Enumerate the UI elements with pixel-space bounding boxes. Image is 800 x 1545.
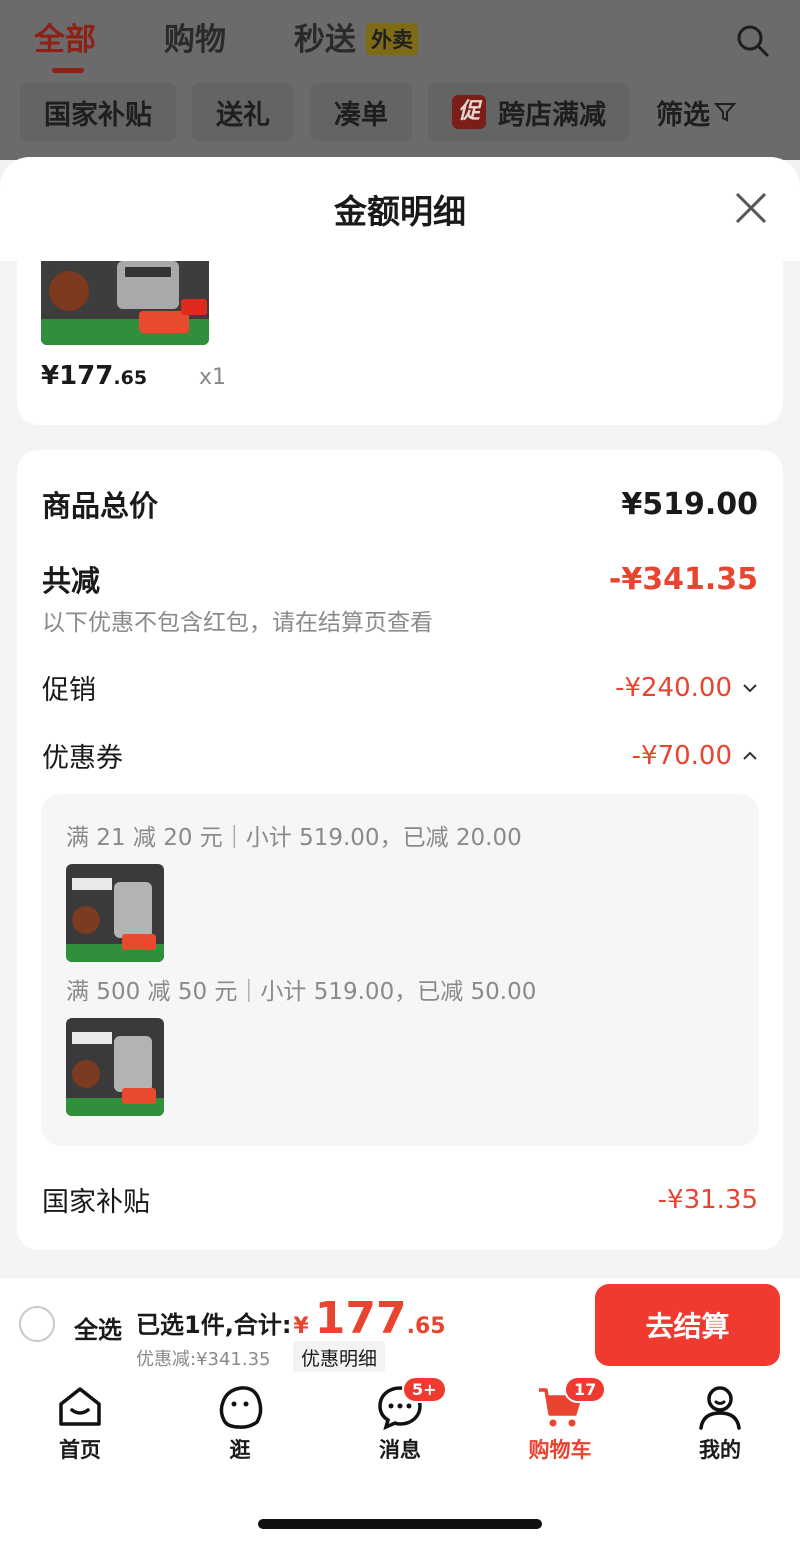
tab-instant-delivery-label: 秒送: [294, 22, 356, 58]
home-icon: [59, 1387, 101, 1426]
home-indicator: [258, 1519, 542, 1529]
browse-icon: [219, 1386, 263, 1429]
subsidy-value: -¥31.35: [657, 1184, 758, 1215]
tab-home[interactable]: 首页: [30, 1382, 130, 1464]
product-quantity: x1: [199, 365, 227, 390]
tab-all[interactable]: 全部: [34, 14, 96, 73]
reduce-row: 共减 -¥341.35: [42, 558, 758, 600]
currency-symbol: ¥: [293, 1314, 309, 1339]
total-value: ¥519.00: [621, 486, 758, 522]
profile-icon: [699, 1386, 741, 1430]
filter-bundle[interactable]: 凑单: [310, 83, 412, 141]
coupon-product-thumb-1[interactable]: [66, 864, 164, 962]
message-badge: 5+: [402, 1376, 447, 1403]
select-all-checkbox[interactable]: [19, 1306, 55, 1342]
tab-browse[interactable]: 逛: [190, 1382, 290, 1464]
tab-profile-label: 我的: [699, 1438, 741, 1462]
coupon-product-thumb-2[interactable]: [66, 1018, 164, 1116]
discount-detail-button[interactable]: 优惠明细: [293, 1341, 386, 1374]
product-card: ¥177.65 x1: [17, 261, 783, 425]
coupon-row[interactable]: 优惠券 -¥70.00: [42, 736, 758, 775]
subsidy-row: 国家补贴 -¥31.35: [42, 1180, 758, 1219]
total-amount-cents: .65: [406, 1314, 446, 1339]
coupon-detail-box: 满 21 减 20 元｜小计 519.00，已减 20.00 满 500 减 5…: [41, 794, 759, 1146]
total-row: 商品总价 ¥519.00: [42, 483, 758, 525]
sheet-title: 金额明细: [334, 192, 466, 231]
filter-sort[interactable]: 筛选: [646, 83, 736, 141]
coupon-rule-2: 满 500 减 50 元｜小计 519.00，已减 50.00: [66, 979, 537, 1005]
tab-cart[interactable]: 购物车 17: [510, 1376, 610, 1464]
subsidy-label: 国家补贴: [42, 1187, 150, 1218]
selected-text: 已选1件,合计:: [136, 1311, 292, 1339]
promo-icon: 促: [452, 95, 486, 129]
total-label: 商品总价: [42, 489, 159, 523]
product-image[interactable]: [41, 261, 209, 345]
reduce-label: 共减: [42, 564, 101, 598]
tab-messages-label: 消息: [379, 1438, 421, 1462]
select-all-label[interactable]: 全选: [74, 1310, 122, 1345]
filter-gift[interactable]: 送礼: [192, 83, 294, 141]
order-summary: 已选1件,合计: ¥ 177 .65: [136, 1293, 446, 1344]
tab-browse-label: 逛: [229, 1438, 251, 1462]
tab-home-label: 首页: [59, 1438, 101, 1462]
promo-row[interactable]: 促销 -¥240.00: [42, 668, 758, 707]
discount-note: 以下优惠不包含红包，请在结算页查看: [42, 610, 433, 636]
filter-cross-store[interactable]: 促 跨店满减: [428, 83, 630, 141]
tab-shopping[interactable]: 购物: [164, 14, 226, 59]
cart-badge: 17: [564, 1376, 607, 1403]
product-price: ¥177.65: [41, 361, 147, 391]
close-icon[interactable]: [734, 191, 768, 225]
promo-value: -¥240.00: [615, 672, 732, 703]
top-tabs: 全部 购物 秒送 外卖: [34, 14, 486, 73]
product-price-cents: .65: [113, 367, 148, 389]
takeout-tag: 外卖: [366, 22, 418, 55]
sheet-header: 金额明细: [0, 157, 800, 261]
promo-label: 促销: [42, 675, 96, 706]
funnel-icon: [714, 103, 736, 122]
checkout-bar: 全选 已选1件,合计: ¥ 177 .65 优惠减:¥341.35 优惠明细 去…: [0, 1277, 800, 1374]
coupon-value: -¥70.00: [631, 740, 732, 771]
price-breakdown-card: 商品总价 ¥519.00 共减 -¥341.35 以下优惠不包含红包，请在结算页…: [17, 450, 783, 1250]
search-icon[interactable]: [736, 24, 770, 58]
saved-amount: 优惠减:¥341.35: [136, 1349, 271, 1370]
tab-cart-label: 购物车: [528, 1438, 592, 1462]
tab-messages[interactable]: 消息 5+: [350, 1376, 450, 1464]
amount-detail-sheet: 金额明细 ¥177.65 x1 商品总价 ¥519.00 共减 -¥341.35…: [0, 157, 800, 1277]
total-amount: 177: [314, 1293, 407, 1344]
tab-profile[interactable]: 我的: [670, 1382, 770, 1464]
reduce-value: -¥341.35: [608, 561, 758, 597]
chevron-down-icon: [743, 683, 757, 692]
checkout-button[interactable]: 去结算: [595, 1284, 780, 1366]
chevron-up-icon: [743, 751, 757, 760]
coupon-label: 优惠券: [42, 743, 123, 774]
filter-sort-label: 筛选: [656, 99, 710, 131]
coupon-rule-1: 满 21 减 20 元｜小计 519.00，已减 20.00: [66, 825, 522, 851]
tab-instant-delivery[interactable]: 秒送 外卖: [294, 14, 418, 59]
filter-national-subsidy[interactable]: 国家补贴: [20, 83, 176, 141]
filter-cross-store-label: 跨店满减: [498, 99, 606, 131]
product-price-main: ¥177: [41, 361, 114, 391]
top-header: 全部 购物 秒送 外卖 国家补贴 送礼 凑单 促 跨店满减 筛选: [0, 0, 800, 160]
filter-bar: 国家补贴 送礼 凑单 促 跨店满减 筛选: [20, 83, 736, 141]
